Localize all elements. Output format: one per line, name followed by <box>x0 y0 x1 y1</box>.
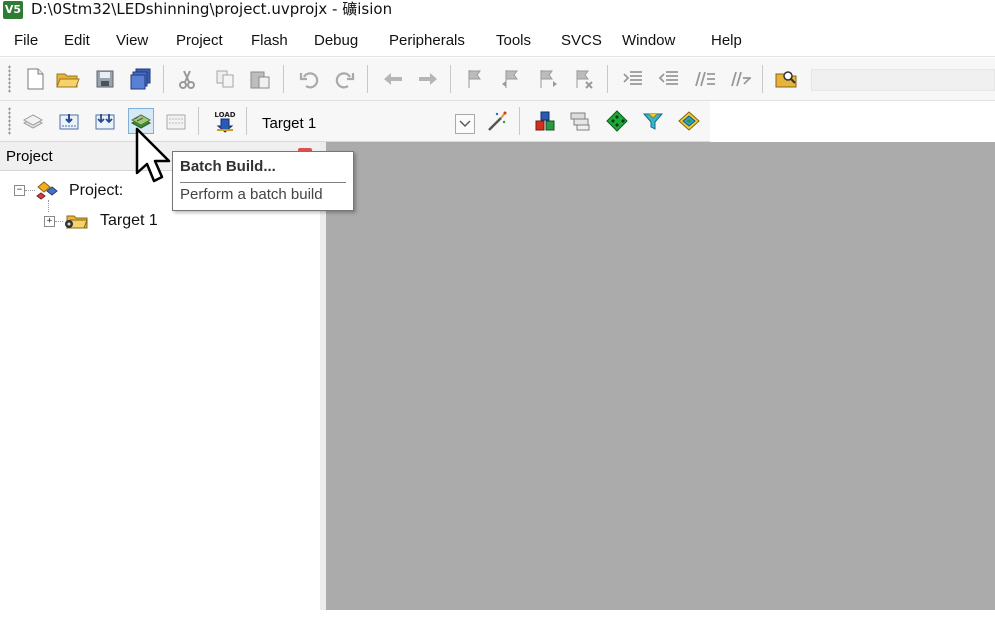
menu-window[interactable]: Window <box>620 31 677 51</box>
run-time-icon[interactable] <box>676 108 702 134</box>
menu-edit[interactable]: Edit <box>62 31 92 51</box>
load-label: LOAD <box>214 111 235 119</box>
window-title: D:\0Stm32\LEDshinning\project.uvprojx - … <box>31 0 393 18</box>
next-bookmark-icon[interactable] <box>535 66 561 92</box>
toolbar-grip[interactable] <box>8 65 11 93</box>
window-bottom-edge <box>0 610 995 640</box>
target-folder-icon <box>63 210 89 234</box>
manage-runtime-env-icon[interactable] <box>604 108 630 134</box>
redo-icon[interactable] <box>332 66 358 92</box>
prev-bookmark-icon[interactable] <box>498 66 524 92</box>
indent-icon[interactable] <box>620 66 646 92</box>
find-in-files-icon[interactable] <box>774 66 800 92</box>
build-icon[interactable] <box>56 108 82 134</box>
cut-icon[interactable] <box>174 66 200 92</box>
tree-connector <box>55 221 63 223</box>
title-bar: V5 D:\0Stm32\LEDshinning\project.uvprojx… <box>0 0 995 24</box>
copy-icon[interactable] <box>212 66 238 92</box>
unindent-icon[interactable] <box>656 66 682 92</box>
expand-icon[interactable]: + <box>44 216 55 227</box>
toolbar-separator <box>198 107 199 135</box>
open-folder-icon[interactable] <box>55 66 81 92</box>
toolbar-separator <box>283 65 284 93</box>
navigate-forward-icon[interactable] <box>415 66 441 92</box>
toolbar-separator <box>762 65 763 93</box>
undo-icon[interactable] <box>296 66 322 92</box>
editor-area <box>326 142 995 610</box>
clear-bookmarks-icon[interactable] <box>571 66 597 92</box>
menu-view[interactable]: View <box>114 31 150 51</box>
toolbar-separator <box>163 65 164 93</box>
menu-file[interactable]: File <box>12 31 40 51</box>
new-file-icon[interactable] <box>22 66 48 92</box>
menu-debug[interactable]: Debug <box>312 31 360 51</box>
menu-peripherals[interactable]: Peripherals <box>387 31 467 51</box>
uncomment-icon[interactable] <box>728 66 754 92</box>
target-tree-label[interactable]: Target 1 <box>100 211 158 231</box>
select-packs-icon[interactable] <box>567 108 593 134</box>
toolbar-empty-area <box>710 101 995 141</box>
paste-icon[interactable] <box>247 66 273 92</box>
translate-icon[interactable] <box>20 108 46 134</box>
navigate-back-icon[interactable] <box>380 66 406 92</box>
download-icon[interactable]: LOAD <box>212 108 238 134</box>
tooltip-divider <box>180 182 346 183</box>
toolbar-separator <box>519 107 520 135</box>
tree-connector <box>48 200 50 212</box>
comment-icon[interactable] <box>692 66 718 92</box>
build-toolbar: LOAD <box>0 101 710 142</box>
bookmark-icon[interactable] <box>462 66 488 92</box>
menu-help[interactable]: Help <box>709 31 744 51</box>
menu-project[interactable]: Project <box>174 31 225 51</box>
toolbar-separator <box>607 65 608 93</box>
batch-build-tooltip: Batch Build... Perform a batch build <box>172 151 354 211</box>
save-all-icon[interactable] <box>128 66 154 92</box>
tooltip-title: Batch Build... <box>180 158 276 175</box>
app-logo-icon: V5 <box>3 1 23 19</box>
tooltip-description: Perform a batch build <box>180 186 323 203</box>
rebuild-icon[interactable] <box>92 108 118 134</box>
pack-installer-icon[interactable] <box>640 108 666 134</box>
target-options-icon[interactable] <box>484 108 510 134</box>
manage-project-items-icon[interactable] <box>532 108 558 134</box>
save-icon[interactable] <box>92 66 118 92</box>
toolbar-separator <box>367 65 368 93</box>
collapse-icon[interactable]: − <box>14 185 25 196</box>
mouse-pointer-icon <box>134 127 178 195</box>
menu-bar: File Edit View Project Flash Debug Perip… <box>0 26 995 57</box>
project-panel: Project − Project: + Target 1 <box>0 142 321 610</box>
target-dropdown-button[interactable] <box>455 114 475 134</box>
toolbar-separator <box>450 65 451 93</box>
menu-flash[interactable]: Flash <box>249 31 290 51</box>
chevron-down-icon <box>459 120 471 127</box>
find-combobox[interactable] <box>811 69 995 91</box>
toolbar-grip[interactable] <box>8 107 11 135</box>
menu-svcs[interactable]: SVCS <box>559 31 604 51</box>
project-panel-title: Project <box>6 148 53 165</box>
toolbar-separator <box>246 107 247 135</box>
tree-connector <box>25 190 35 192</box>
project-root-label[interactable]: Project: <box>69 181 123 201</box>
menu-tools[interactable]: Tools <box>494 31 533 51</box>
target-select-value[interactable]: Target 1 <box>262 114 316 134</box>
